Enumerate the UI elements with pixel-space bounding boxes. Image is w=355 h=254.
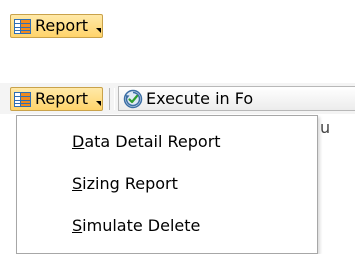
dropdown-arrow-icon bbox=[96, 100, 102, 106]
menu-item-mnemonic: S bbox=[72, 174, 83, 193]
dropdown-arrow-icon bbox=[96, 27, 102, 33]
grid-icon bbox=[14, 91, 31, 107]
menu-item-sizing-report[interactable]: Sizing Report bbox=[72, 174, 178, 193]
menu-item-mnemonic: D bbox=[72, 132, 85, 151]
menu-item-label: izing Report bbox=[82, 174, 178, 193]
partially-hidden-text: u bbox=[320, 118, 331, 137]
toolbar-separator bbox=[109, 88, 115, 110]
toolbar-report-button[interactable]: Report bbox=[10, 87, 103, 111]
menu-item-data-detail-report[interactable]: Data Detail Report bbox=[72, 132, 221, 151]
menu-item-label: ata Detail Report bbox=[84, 132, 221, 151]
grid-icon bbox=[14, 18, 31, 34]
report-button-label: Report bbox=[35, 16, 89, 35]
execute-icon bbox=[123, 89, 143, 108]
menu-item-simulate-delete[interactable]: Simulate Delete bbox=[72, 216, 200, 235]
menu-item-mnemonic: S bbox=[72, 216, 83, 235]
execute-button-label: Execute in Fo bbox=[146, 89, 254, 108]
report-dropdown-menu: Data Detail Report Sizing Report Simulat… bbox=[16, 115, 318, 254]
menu-item-label: imulate Delete bbox=[82, 216, 201, 235]
execute-button[interactable]: Execute in Fo bbox=[118, 86, 355, 111]
report-button[interactable]: Report bbox=[10, 14, 103, 38]
toolbar-report-button-label: Report bbox=[35, 89, 89, 108]
